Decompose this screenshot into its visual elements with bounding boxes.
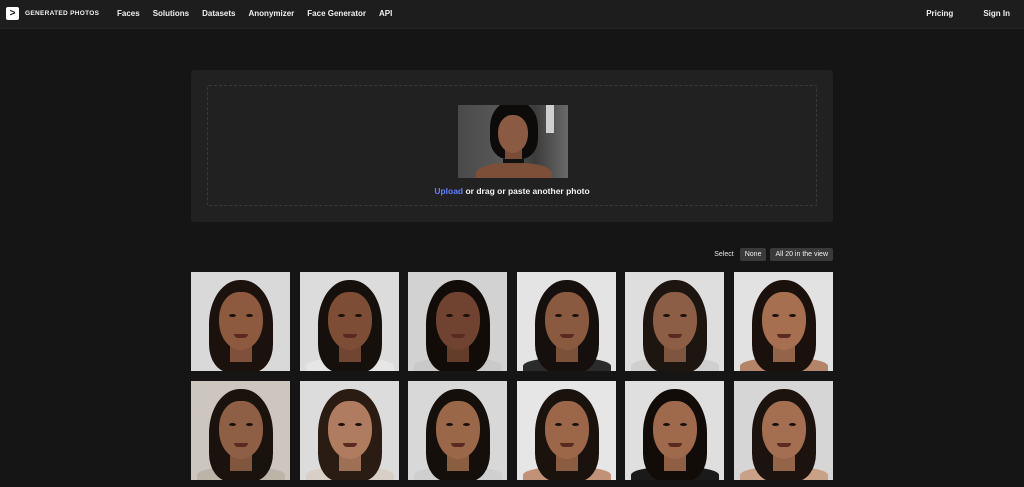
- face-photo-part: [234, 334, 248, 338]
- face-photo-part: [219, 292, 263, 350]
- face-photo-part: [343, 443, 357, 447]
- face-result-card[interactable]: [517, 272, 616, 371]
- face-photo-part: [663, 314, 670, 317]
- face-photo-part: [762, 401, 806, 459]
- face-photo-part: [555, 314, 562, 317]
- select-all-button[interactable]: All 20 in the view: [770, 248, 833, 261]
- face-result-card[interactable]: [300, 381, 399, 480]
- face-photo-part: [355, 314, 362, 317]
- nav-anonymizer[interactable]: Anonymizer: [249, 9, 295, 18]
- select-label: Select: [714, 251, 734, 258]
- face-photo-part: [328, 401, 372, 459]
- face-photo-part: [668, 443, 682, 447]
- select-none-button[interactable]: None: [739, 248, 767, 261]
- face-result-card[interactable]: [191, 381, 290, 480]
- face-result-card[interactable]: [625, 272, 724, 371]
- face-photo-part: [338, 314, 345, 317]
- main-nav: Faces Solutions Datasets Anonymizer Face…: [117, 9, 405, 18]
- face-photo-part: [234, 443, 248, 447]
- face-photo-part: [451, 443, 465, 447]
- face-photo-part: [545, 401, 589, 459]
- face-photo-part: [446, 314, 453, 317]
- face-photo-part: [653, 292, 697, 350]
- face-photo-part: [246, 314, 253, 317]
- sign-in-link[interactable]: Sign In: [983, 9, 1010, 18]
- nav-face-generator[interactable]: Face Generator: [307, 9, 366, 18]
- upload-instructions: Upload or drag or paste another photo: [208, 186, 816, 196]
- nav-faces[interactable]: Faces: [117, 9, 140, 18]
- face-result-card[interactable]: [625, 381, 724, 480]
- nav-pricing[interactable]: Pricing: [926, 9, 953, 18]
- face-photo-part: [451, 334, 465, 338]
- face-photo-part: [653, 401, 697, 459]
- generated-photos-logo-icon: >: [6, 7, 19, 20]
- face-photo-part: [343, 334, 357, 338]
- face-photo-part: [668, 334, 682, 338]
- nav-api[interactable]: API: [379, 9, 392, 18]
- select-controls: Select None All 20 in the view: [714, 248, 833, 261]
- face-photo-part: [663, 423, 670, 426]
- face-result-card[interactable]: [517, 381, 616, 480]
- nav-datasets[interactable]: Datasets: [202, 9, 235, 18]
- face-photo-part: [338, 423, 345, 426]
- face-photo-part: [762, 292, 806, 350]
- brand-name: GENERATED PHOTOS: [25, 10, 100, 17]
- face-photo-part: [463, 314, 470, 317]
- face-photo-part: [463, 423, 470, 426]
- face-photo-part: [680, 423, 687, 426]
- account-nav: Pricing Sign In: [926, 9, 1010, 18]
- face-result-card[interactable]: [734, 381, 833, 480]
- brand-logo-link[interactable]: > GENERATED PHOTOS: [6, 7, 99, 20]
- face-photo-part: [246, 423, 253, 426]
- face-photo-part: [572, 423, 579, 426]
- face-photo-part: [328, 292, 372, 350]
- face-result-card[interactable]: [408, 272, 507, 371]
- face-result-card[interactable]: [408, 381, 507, 480]
- face-photo-part: [229, 314, 236, 317]
- face-photo-part: [772, 314, 779, 317]
- face-photo-part: [555, 423, 562, 426]
- face-photo-part: [436, 292, 480, 350]
- face-photo-part: [545, 292, 589, 350]
- face-photo-part: [680, 314, 687, 317]
- face-photo-part: [777, 334, 791, 338]
- face-result-card[interactable]: [191, 272, 290, 371]
- uploaded-photo-preview: [458, 105, 568, 178]
- face-photo-part: [229, 423, 236, 426]
- face-photo-part: [572, 314, 579, 317]
- face-photo-part: [789, 314, 796, 317]
- face-photo-part: [446, 423, 453, 426]
- face-result-card[interactable]: [300, 272, 399, 371]
- photo-drop-zone[interactable]: Upload or drag or paste another photo: [207, 85, 817, 206]
- face-photo-part: [560, 334, 574, 338]
- upload-instructions-text: or drag or paste another photo: [463, 186, 590, 196]
- face-result-card[interactable]: [734, 272, 833, 371]
- face-photo-part: [789, 423, 796, 426]
- face-photo-part: [436, 401, 480, 459]
- face-photo-part: [355, 423, 362, 426]
- face-photo-part: [560, 443, 574, 447]
- face-photo-part: [219, 401, 263, 459]
- upload-panel: Upload or drag or paste another photo: [191, 70, 833, 222]
- top-navigation-bar: > GENERATED PHOTOS Faces Solutions Datas…: [0, 0, 1024, 29]
- upload-link[interactable]: Upload: [434, 186, 463, 196]
- nav-solutions[interactable]: Solutions: [153, 9, 189, 18]
- face-photo-part: [772, 423, 779, 426]
- face-photo-part: [777, 443, 791, 447]
